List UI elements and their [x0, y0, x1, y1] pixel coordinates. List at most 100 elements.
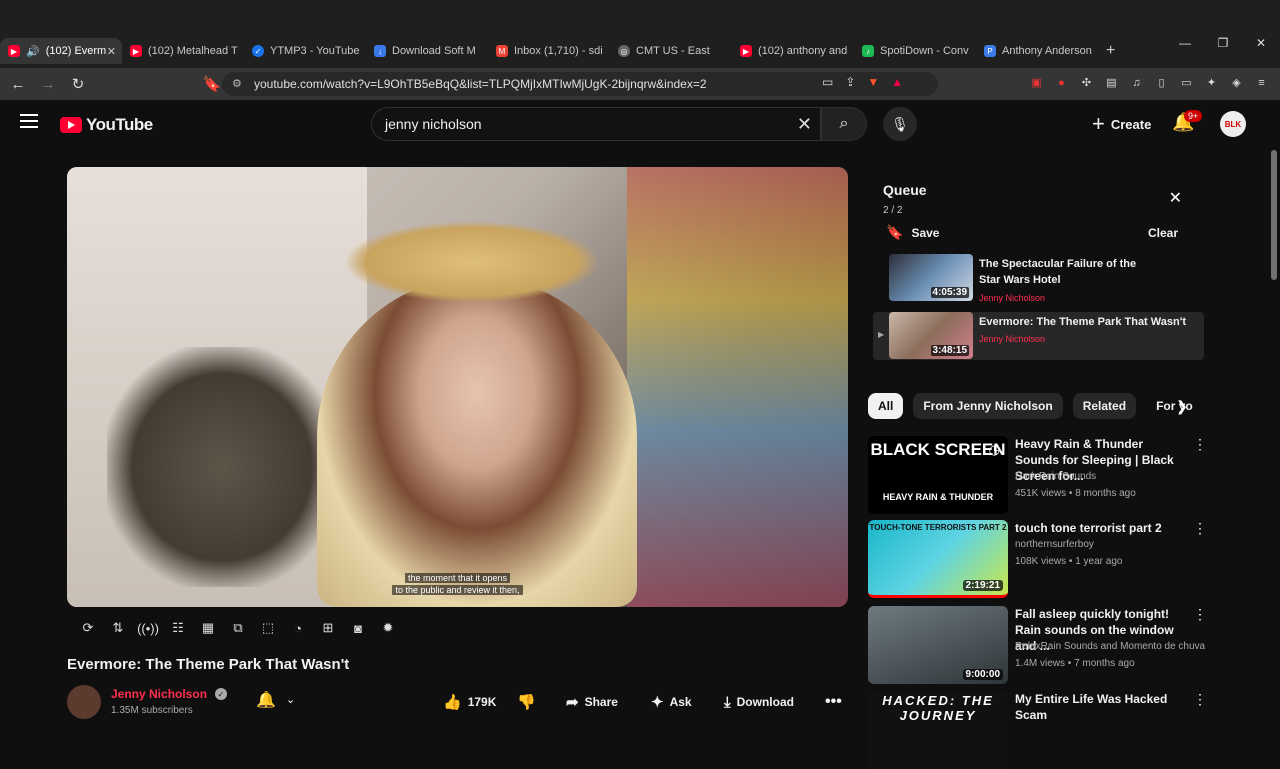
youtube-header: YouTube jenny nicholson ✕ ⌕ 🎙 + Create 🔔…: [0, 100, 1280, 148]
recommendation-item[interactable]: BLACK SCREEN HEAVY RAIN & THUNDER ◷ Heav…: [868, 436, 1208, 514]
queue-item-channel: Jenny Nicholson: [979, 334, 1046, 344]
like-count: 179K: [467, 695, 497, 709]
recommendation-duration: 2:19:21: [962, 580, 1003, 591]
ask-button[interactable]: ✦ Ask: [651, 688, 692, 716]
verified-icon: ✓: [215, 688, 227, 700]
close-window-icon[interactable]: ✕: [1242, 36, 1280, 50]
create-button[interactable]: + Create: [1080, 107, 1163, 141]
profile-favicon-icon: P: [984, 45, 996, 57]
search-input[interactable]: jenny nicholson ✕: [371, 107, 821, 141]
more-vertical-icon[interactable]: ⋮: [1193, 436, 1207, 453]
more-vertical-icon[interactable]: ⋮: [1193, 691, 1207, 708]
watched-icon[interactable]: ☷: [167, 617, 189, 639]
picture-in-picture-icon[interactable]: ⧉: [227, 617, 249, 639]
tab[interactable]: P Anthony Anderson: [976, 38, 1098, 64]
search-button[interactable]: ⌕: [821, 107, 867, 141]
speed-icon[interactable]: ◔: [287, 617, 309, 639]
chip-from-channel[interactable]: From Jenny Nicholson: [913, 393, 1063, 419]
tab[interactable]: ↓ Download Soft M: [366, 38, 488, 64]
menu-icon[interactable]: ≡: [1253, 74, 1270, 91]
theater-mode-icon[interactable]: ⬚: [257, 617, 279, 639]
recommendation-item[interactable]: HACKED: THE JOURNEY My Entire Life Was H…: [868, 691, 1208, 769]
voice-search-button[interactable]: 🎙: [883, 107, 917, 141]
clear-search-icon[interactable]: ✕: [797, 114, 812, 135]
adblock-icon[interactable]: ●: [1053, 74, 1070, 91]
tab[interactable]: ◎ CMT US - East: [610, 38, 732, 64]
extension-icon[interactable]: ▤: [1103, 74, 1120, 91]
ytmp3-favicon-icon: ✓: [252, 45, 264, 57]
tab[interactable]: M Inbox (1,710) - sdi: [488, 38, 610, 64]
recommendation-item[interactable]: TOUCH-TONE TERRORISTS PART 2 2:19:21 tou…: [868, 520, 1208, 598]
close-queue-icon[interactable]: ✕: [1169, 188, 1182, 208]
tab[interactable]: ♪ SpotiDown - Conv: [854, 38, 976, 64]
share-button[interactable]: ➦ Share: [566, 688, 618, 716]
notifications-badge: 9+: [1184, 110, 1203, 122]
extension-icon[interactable]: ▣: [1028, 74, 1045, 91]
tab[interactable]: ▶ (102) anthony and: [732, 38, 854, 64]
more-actions-button[interactable]: •••: [825, 688, 842, 716]
subscription-bell-icon[interactable]: 🔔: [256, 690, 276, 710]
queue-item[interactable]: 4:05:39 The Spectacular Failure of the S…: [873, 254, 1204, 303]
tab-label: Inbox (1,710) - sdi: [514, 45, 603, 57]
reload-icon[interactable]: ↻: [66, 75, 90, 93]
chip-all[interactable]: All: [868, 393, 904, 419]
screenshot-icon[interactable]: ◙: [347, 617, 369, 639]
share-label: Share: [584, 695, 618, 709]
puzzle-icon[interactable]: ✣: [1078, 74, 1095, 91]
brave-shields-icon[interactable]: ▼: [867, 75, 879, 89]
tab-active[interactable]: ▶ 🔊 (102) Everm ✕: [0, 38, 122, 64]
account-avatar[interactable]: BLK: [1220, 111, 1246, 137]
dislike-button[interactable]: 👎: [517, 688, 536, 716]
tab[interactable]: ✓ YTMP3 - YouTube: [244, 38, 366, 64]
tab[interactable]: ▶ (102) Metalhead T: [122, 38, 244, 64]
chevron-right-icon[interactable]: ❯: [1176, 398, 1188, 415]
chip-related[interactable]: Related: [1072, 393, 1137, 419]
clear-queue-button[interactable]: Clear: [1148, 226, 1178, 240]
tab-label: YTMP3 - YouTube: [270, 45, 360, 57]
chevron-down-icon[interactable]: ⌄: [286, 693, 295, 706]
vpn-icon[interactable]: ◈: [1228, 74, 1245, 91]
save-queue-button[interactable]: 🔖 Save: [886, 224, 939, 241]
sidebar-icon[interactable]: ▯: [1153, 74, 1170, 91]
video-player[interactable]: the moment that it opens to the public a…: [67, 167, 848, 607]
queue-item-current[interactable]: ▶ 3:48:15 Evermore: The Theme Park That …: [873, 312, 1204, 360]
page-scrollbar[interactable]: [1271, 150, 1277, 280]
site-info-icon[interactable]: ⚙: [232, 77, 242, 90]
add-frame-icon[interactable]: ⊞: [317, 617, 339, 639]
recommendation-item[interactable]: 9:00:00 Fall asleep quickly tonight! Rai…: [868, 606, 1208, 684]
tab-label: (102) anthony and: [758, 45, 848, 57]
recommendation-title: My Entire Life Was Hacked Scam: [1015, 692, 1168, 722]
hamburger-menu-icon[interactable]: [20, 114, 38, 128]
audio-icon[interactable]: ((•)): [137, 617, 159, 639]
forward-icon[interactable]: →: [36, 76, 60, 93]
maximize-icon[interactable]: ❐: [1204, 36, 1242, 50]
video-toys: [627, 167, 848, 607]
close-tab-icon[interactable]: ✕: [107, 45, 116, 58]
new-tab-button[interactable]: +: [1106, 42, 1115, 60]
youtube-favicon-icon: ▶: [740, 45, 752, 57]
create-label: Create: [1110, 116, 1152, 132]
youtube-logo[interactable]: YouTube: [60, 115, 153, 135]
back-icon[interactable]: ←: [6, 76, 30, 93]
spotidown-favicon-icon: ♪: [862, 45, 874, 57]
like-button[interactable]: 👍 179K: [443, 688, 496, 716]
share-page-icon[interactable]: ⇪: [845, 75, 855, 89]
wallet-icon[interactable]: ▭: [1178, 74, 1195, 91]
channel-name[interactable]: Jenny Nicholson: [111, 687, 207, 701]
brave-rewards-icon[interactable]: ▲: [891, 75, 903, 89]
bookmark-icon[interactable]: 🔖: [200, 75, 224, 93]
music-icon[interactable]: ♫: [1128, 74, 1145, 91]
channel-avatar[interactable]: [67, 685, 101, 719]
minimize-icon[interactable]: —: [1166, 36, 1204, 50]
more-vertical-icon[interactable]: ⋮: [1193, 606, 1207, 623]
leo-icon[interactable]: ✦: [1203, 74, 1220, 91]
loop-icon[interactable]: ⟳: [77, 617, 99, 639]
more-vertical-icon[interactable]: ⋮: [1193, 520, 1207, 537]
microphone-icon: 🎙: [891, 115, 909, 132]
sort-icon[interactable]: ⇅: [107, 617, 129, 639]
queue-item-title: The Spectacular Failure of the Star Wars…: [979, 258, 1137, 286]
settings-gear-icon[interactable]: ✹: [377, 617, 399, 639]
media-icon[interactable]: ▭: [822, 75, 833, 89]
film-icon[interactable]: ▦: [197, 617, 219, 639]
download-button[interactable]: ⤓ Download: [724, 688, 794, 716]
